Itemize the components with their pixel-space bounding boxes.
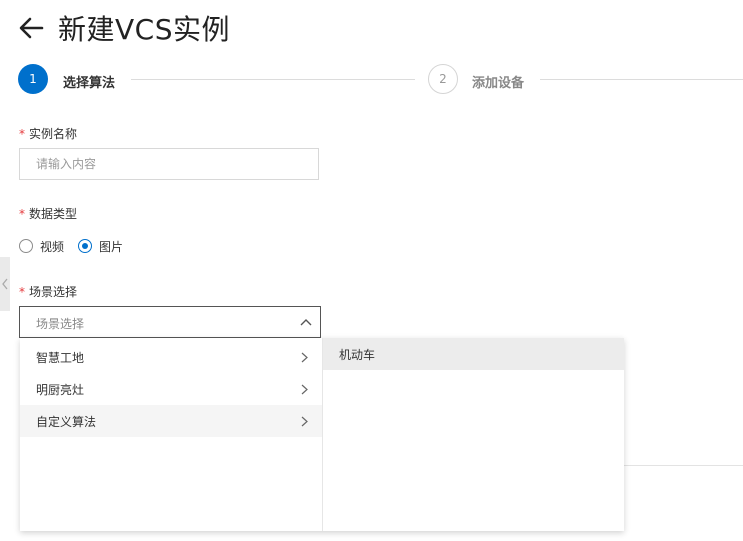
cascader-item-label: 明厨亮灶: [36, 382, 85, 397]
scene-select-placeholder: 场景选择: [36, 317, 85, 331]
data-type-label: * 数据类型: [19, 205, 77, 222]
chevron-right-icon: [301, 384, 308, 395]
scene-cascader-dropdown: 智慧工地 明厨亮灶 自定义算法 机动车: [20, 338, 624, 531]
required-mark: *: [19, 207, 25, 221]
chevron-left-icon: [2, 278, 8, 290]
cascader-item-smart-site[interactable]: 智慧工地: [20, 341, 322, 373]
step-connector: [540, 79, 743, 80]
step-2-circle: 2: [428, 64, 458, 94]
radio-button[interactable]: [19, 239, 33, 253]
radio-image-label: 图片: [99, 239, 124, 254]
cascader-item-label: 自定义算法: [36, 414, 97, 429]
instance-name-label-text: 实例名称: [29, 127, 78, 141]
step-indicator: 1 选择算法 2 添加设备: [18, 63, 743, 97]
cascader-item-label: 机动车: [339, 347, 376, 362]
required-mark: *: [19, 127, 25, 141]
cascader-column-level2: 机动车: [323, 338, 624, 531]
step-1-label: 选择算法: [63, 76, 116, 91]
chevron-up-icon: [300, 319, 312, 326]
scene-select[interactable]: 场景选择: [19, 306, 321, 338]
page: 新建VCS实例 1 选择算法 2 添加设备 * 实例名称 * 数据类型 视频 图片: [0, 0, 743, 541]
step-2-label: 添加设备: [472, 76, 525, 91]
data-type-label-text: 数据类型: [29, 207, 78, 221]
instance-name-label: * 实例名称: [19, 125, 77, 142]
chevron-right-icon: [301, 352, 308, 363]
radio-video[interactable]: 视频: [19, 238, 64, 255]
chevron-right-icon: [301, 416, 308, 427]
radio-button-checked[interactable]: [78, 239, 93, 253]
cascader-column-level1: 智慧工地 明厨亮灶 自定义算法: [20, 338, 323, 531]
page-title: 新建VCS实例: [58, 13, 230, 46]
page-header: 新建VCS实例: [18, 8, 230, 48]
step-1-circle: 1: [18, 64, 48, 94]
cascader-item-bright-kitchen[interactable]: 明厨亮灶: [20, 373, 322, 405]
instance-name-input[interactable]: [19, 148, 319, 180]
radio-video-label: 视频: [40, 239, 65, 254]
radio-image[interactable]: 图片: [78, 238, 123, 255]
side-panel-toggle[interactable]: [0, 257, 10, 311]
data-type-radio-group: 视频 图片: [19, 237, 137, 255]
cascader-item-custom-algorithm[interactable]: 自定义算法: [20, 405, 322, 437]
arrow-left-icon[interactable]: [18, 16, 44, 40]
required-mark: *: [19, 285, 25, 299]
scene-label-text: 场景选择: [29, 285, 78, 299]
cascader-item-label: 智慧工地: [36, 350, 85, 365]
step-connector: [131, 79, 415, 80]
cascader-item-motor-vehicle[interactable]: 机动车: [323, 338, 624, 370]
scene-label: * 场景选择: [19, 283, 77, 300]
